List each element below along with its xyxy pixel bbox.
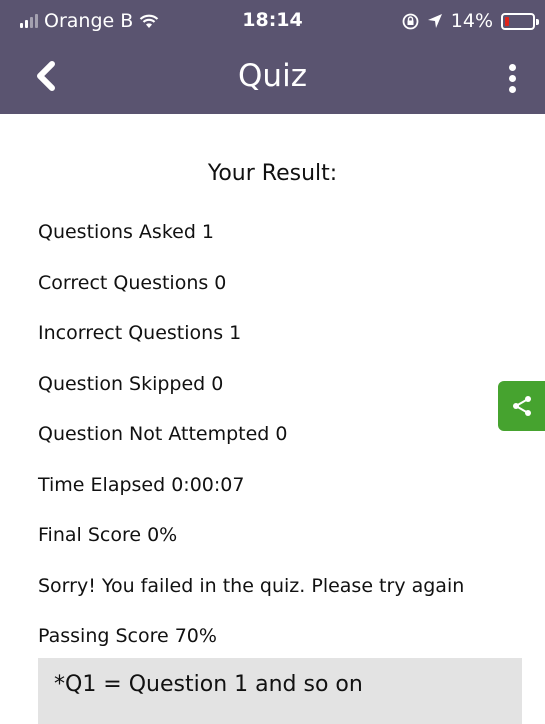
share-button[interactable] <box>498 381 545 431</box>
status-right: 14% <box>402 10 539 32</box>
result-message: Sorry! You failed in the quiz. Please tr… <box>38 574 465 597</box>
more-vertical-icon <box>508 63 516 71</box>
more-options-button[interactable] <box>497 56 527 100</box>
app-bar: Orange B 18:14 14% Quiz <box>0 0 545 114</box>
share-icon <box>513 396 531 416</box>
result-heading: Your Result: <box>207 161 338 186</box>
correct-questions: Correct Questions 0 <box>38 271 227 294</box>
page-title: Quiz <box>238 58 307 94</box>
final-score: Final Score 0% <box>38 524 178 546</box>
battery-percent: 14% <box>450 10 493 32</box>
questions-not-attempted: Question Not Attempted 0 <box>38 423 288 445</box>
time-elapsed: Time Elapsed 0:00:07 <box>38 473 245 496</box>
location-icon <box>427 14 442 28</box>
questions-asked: Questions Asked 1 <box>38 221 215 243</box>
incorrect-questions: Incorrect Questions 1 <box>38 322 242 344</box>
status-bar: Orange B 18:14 14% <box>0 0 545 44</box>
questions-skipped: Question Skipped 0 <box>38 372 224 395</box>
result-list: Questions Asked 1 Correct Questions 0 In… <box>38 218 464 673</box>
battery-icon <box>501 12 539 30</box>
battery-level <box>505 16 510 26</box>
rotation-lock-icon <box>402 13 419 29</box>
footnote: *Q1 = Question 1 and so on <box>38 658 522 724</box>
